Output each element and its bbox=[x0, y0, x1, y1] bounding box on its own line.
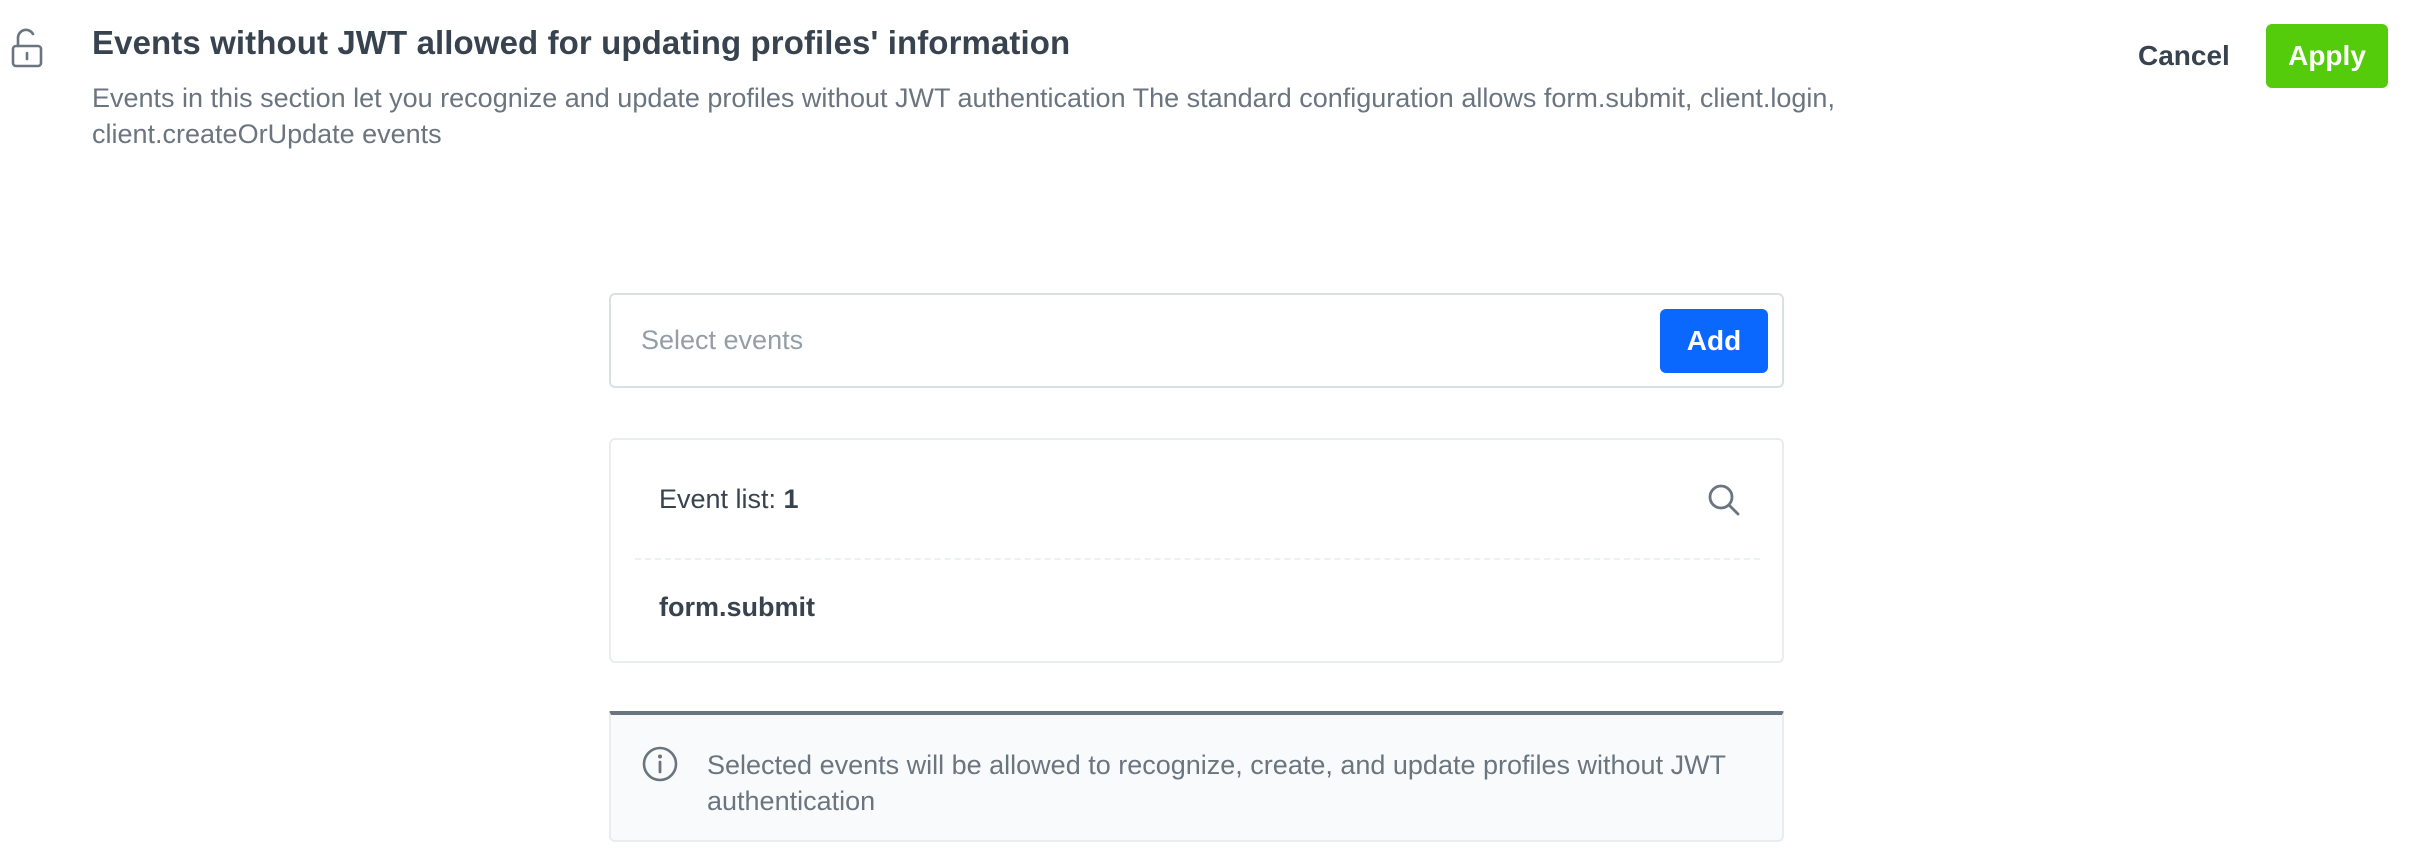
info-box: Selected events will be allowed to recog… bbox=[609, 711, 1784, 842]
add-button[interactable]: Add bbox=[1660, 309, 1768, 373]
info-text: Selected events will be allowed to recog… bbox=[707, 750, 1726, 816]
page-title: Events without JWT allowed for updating … bbox=[92, 24, 1071, 61]
apply-button[interactable]: Apply bbox=[2266, 24, 2388, 88]
search-icon[interactable] bbox=[1704, 480, 1744, 520]
event-list-label: Event list: bbox=[659, 484, 784, 514]
select-events-input[interactable] bbox=[641, 295, 1641, 386]
page-description: Events in this section let you recognize… bbox=[92, 83, 1835, 149]
info-icon bbox=[641, 745, 679, 783]
list-item[interactable]: form.submit bbox=[659, 592, 815, 623]
event-list-count: 1 bbox=[783, 484, 799, 514]
cancel-button[interactable]: Cancel bbox=[2130, 24, 2238, 88]
event-list-divider bbox=[635, 558, 1760, 560]
unlock-icon bbox=[10, 28, 46, 68]
event-list-panel: Event list: 1 form.submit bbox=[609, 438, 1784, 663]
event-list-header: Event list: 1 bbox=[659, 484, 799, 515]
event-select-box: Add bbox=[609, 293, 1784, 388]
page-header: Events without JWT allowed for updating … bbox=[0, 0, 2412, 170]
